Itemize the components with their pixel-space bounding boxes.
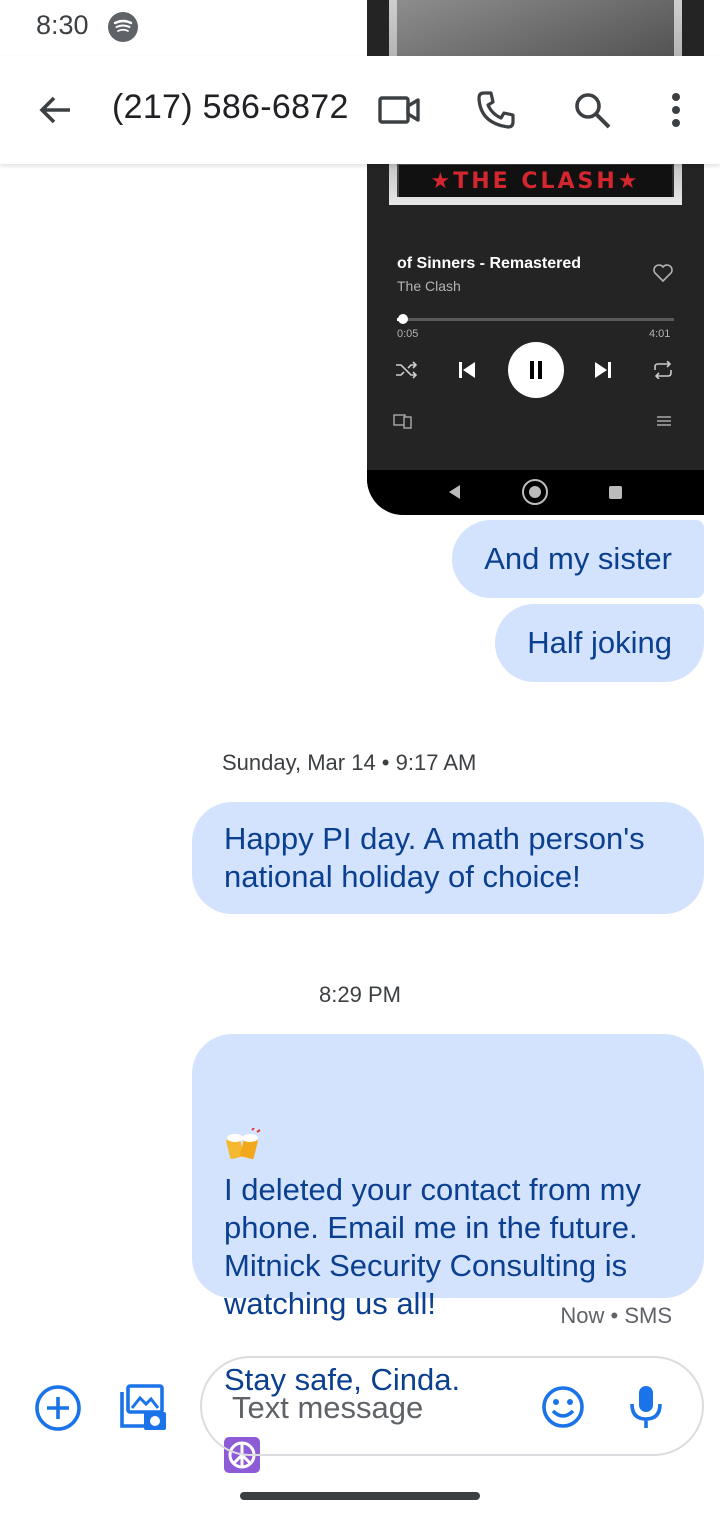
message-text: I deleted your contact from my phone. Em…: [224, 1172, 641, 1321]
spotify-icon: [108, 12, 138, 42]
previous-icon: [457, 355, 477, 385]
track-artist: The Clash: [397, 278, 461, 294]
compose-field[interactable]: Text message: [200, 1356, 704, 1456]
date-separator-text: Sunday, Mar 14 • 9:17 AM: [222, 750, 477, 775]
more-vert-icon[interactable]: [652, 86, 700, 134]
mic-icon[interactable]: [626, 1384, 666, 1430]
album-band-logo: ★THE CLASH★: [399, 165, 672, 197]
beer-mugs-icon: [224, 1090, 262, 1171]
heart-icon: [653, 264, 673, 287]
progress-track: [397, 314, 674, 324]
gesture-nav-pill[interactable]: [240, 1492, 480, 1500]
pause-button: [508, 342, 564, 398]
message-status: Now • SMS: [560, 1303, 672, 1328]
message-text: And my sister: [484, 541, 672, 576]
message-bubble[interactable]: Happy PI day. A math person's national h…: [192, 802, 704, 914]
screenshot-nav-bar: [367, 470, 704, 515]
status-time: 8:30: [36, 10, 89, 40]
phone-call-icon[interactable]: [472, 86, 520, 134]
message-bubble[interactable]: Half joking: [495, 604, 704, 682]
nav-back-icon: [449, 485, 460, 499]
next-icon: [593, 355, 613, 385]
conversation-app-bar: (217) 586-6872: [0, 56, 720, 164]
message-text: Happy PI day. A math person's national h…: [224, 821, 645, 894]
message-bubble[interactable]: I deleted your contact from my phone. Em…: [192, 1034, 704, 1473]
nav-recents-icon: [609, 486, 622, 499]
search-icon[interactable]: [568, 86, 616, 134]
track-title: of Sinners - Remastered: [397, 255, 582, 272]
back-arrow-icon[interactable]: [34, 88, 78, 132]
nav-home-icon: [522, 479, 548, 505]
emoji-icon[interactable]: [540, 1384, 586, 1430]
shuffle-icon: [395, 355, 417, 385]
progress-knob: [397, 314, 408, 324]
contact-title: (217) 586-6872: [112, 88, 349, 126]
message-text: Half joking: [527, 625, 672, 660]
repeat-icon: [652, 355, 674, 385]
total-time: 4:01: [649, 328, 671, 340]
queue-icon: [657, 406, 671, 436]
elapsed-time: 0:05: [397, 328, 419, 340]
video-call-icon[interactable]: [376, 86, 424, 134]
text-message-input[interactable]: Text message: [232, 1390, 423, 1426]
message-bubble[interactable]: And my sister: [452, 520, 704, 598]
add-icon[interactable]: [34, 1384, 82, 1432]
gallery-camera-icon[interactable]: [116, 1382, 168, 1434]
devices-icon: [393, 406, 413, 436]
date-separator: 8:29 PM: [319, 982, 401, 1007]
